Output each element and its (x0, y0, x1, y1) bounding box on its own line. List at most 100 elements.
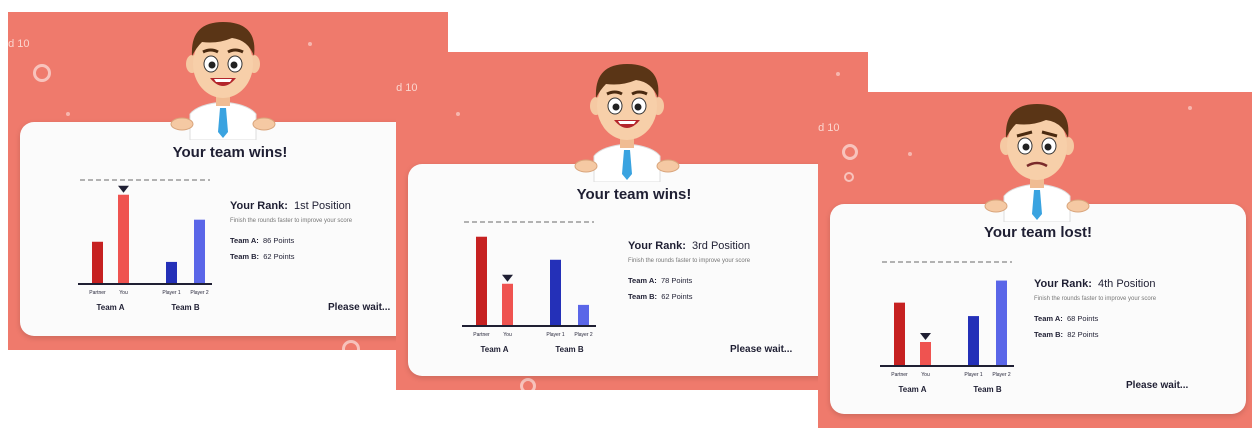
rank-value: 4th Position (1097, 278, 1156, 290)
team-a-label: Team A: (230, 236, 259, 245)
tick-label: Partner (891, 372, 908, 378)
team-a-score: Team A: 78 Points (628, 276, 750, 285)
tick-label: Player 1 (162, 290, 181, 296)
result-title: Your team wins! (576, 186, 692, 203)
dot-decoration (456, 112, 460, 116)
tick-label: You (503, 332, 512, 338)
hint-text: Finish the rounds faster to improve your… (230, 218, 353, 224)
result-info: Your Rank: 3rd Position Finish the round… (628, 240, 750, 301)
bar-player-1 (166, 261, 177, 284)
group-label-team-b: Team B (973, 385, 1002, 394)
bar-you (118, 194, 129, 284)
team-a-label: Team A: (628, 276, 657, 285)
rank-row: Your Rank: 3rd Position (628, 240, 750, 252)
team-a-score: Team A: 68 Points (1034, 314, 1156, 323)
bar-player-1 (968, 316, 979, 366)
team-a-score: Team A: 86 Points (230, 236, 352, 245)
team-b-label: Team B: (628, 292, 658, 301)
rank-row: Your Rank: 1st Position (230, 200, 352, 212)
team-b-score: Team B: 62 Points (230, 252, 352, 261)
please-wait-text: Please wait... (328, 302, 391, 313)
team-b-label: Team B: (230, 252, 260, 261)
please-wait-text: Please wait... (1126, 380, 1189, 391)
round-label: nd 10 (396, 82, 418, 94)
rank-label: Your Rank: (230, 200, 288, 212)
results-screen-3: nd 10 Your team lost! Partner You Player 1… (818, 92, 1252, 428)
tick-label: Player 2 (574, 332, 593, 338)
results-card: Your team wins! Partner You Player 1 Player… (20, 122, 440, 336)
bar-you (502, 283, 513, 326)
tick-label: You (119, 290, 128, 296)
team-b-points: 82 Points (1067, 330, 1099, 339)
tick-label: Player 1 (546, 332, 565, 338)
hint-text: Finish the rounds faster to improve your… (1034, 296, 1157, 302)
you-marker-icon (920, 333, 931, 340)
bubble-decoration (844, 172, 854, 182)
character-illustration (574, 64, 680, 183)
bubble-decoration (342, 340, 360, 350)
left-pupil (612, 103, 620, 111)
bubble-decoration (842, 144, 858, 160)
team-a-points: 78 Points (660, 276, 693, 285)
right-hand (656, 159, 680, 173)
round-label: nd 10 (8, 38, 30, 50)
character-avatar (572, 54, 682, 183)
result-info: Your Rank: 1st Position Finish the round… (230, 200, 352, 261)
dot-decoration (66, 112, 70, 116)
tick-label: Partner (89, 290, 106, 296)
bar-you (920, 342, 931, 366)
teeth (214, 79, 232, 82)
character-illustration (170, 22, 276, 141)
rank-value: 1st Position (293, 200, 351, 212)
bar-partner (894, 302, 905, 366)
right-hand (252, 117, 276, 131)
left-hand (984, 199, 1008, 213)
tick-label: Player 2 (992, 372, 1011, 378)
bar-player-1 (550, 259, 561, 326)
group-label-team-b: Team B (171, 303, 200, 312)
score-chart: Partner You Player 1 Player 2 Team A Team B (78, 179, 212, 312)
team-b-score: Team B: 62 Points (628, 292, 750, 301)
rank-label: Your Rank: (628, 240, 686, 252)
results-card: Your team wins! Partner You Player 1 Player… (408, 164, 860, 376)
dot-decoration (308, 42, 312, 46)
left-hand (170, 117, 194, 131)
group-label-team-a: Team A (480, 345, 508, 354)
rank-value: 3rd Position (691, 240, 751, 252)
bar-player-2 (578, 304, 589, 326)
dot-decoration (908, 152, 912, 156)
right-pupil (634, 103, 642, 111)
you-marker-icon (502, 274, 513, 282)
character-illustration (984, 104, 1090, 223)
team-b-score: Team B: 82 Points (1034, 330, 1156, 339)
bar-player-2 (996, 280, 1007, 366)
right-pupil (230, 61, 238, 69)
tick-label: You (921, 372, 930, 378)
bar-player-2 (194, 219, 205, 284)
character-avatar (982, 94, 1092, 223)
team-a-points: 68 Points (1066, 314, 1099, 323)
character-avatar (168, 12, 278, 141)
bar-partner (476, 236, 487, 326)
left-pupil (1022, 143, 1030, 151)
dot-decoration (836, 72, 840, 76)
team-a-points: 86 Points (262, 236, 295, 245)
team-a-label: Team A: (1034, 314, 1063, 323)
rank-label: Your Rank: (1034, 278, 1092, 290)
left-hand (574, 159, 598, 173)
right-pupil (1044, 143, 1052, 151)
please-wait-text: Please wait... (730, 344, 793, 355)
score-chart: Partner You Player 1 Player 2 Team A Team B (462, 221, 596, 354)
results-screen-2: nd 10 Your team wins! Partner You Player 1… (396, 52, 868, 390)
score-chart: Partner You Player 1 Player 2 Team A Team B (880, 261, 1014, 394)
result-info: Your Rank: 4th Position Finish the round… (1034, 278, 1156, 339)
tick-label: Partner (473, 332, 490, 338)
results-screen-1: nd 10 Your team wins! Partner You Player 1… (8, 12, 448, 350)
left-pupil (208, 61, 216, 69)
team-b-points: 62 Points (661, 292, 693, 301)
bubble-decoration (520, 378, 536, 390)
group-label-team-b: Team B (555, 345, 584, 354)
bar-partner (92, 241, 103, 284)
hint-text: Finish the rounds faster to improve your… (628, 258, 751, 264)
team-b-label: Team B: (1034, 330, 1064, 339)
